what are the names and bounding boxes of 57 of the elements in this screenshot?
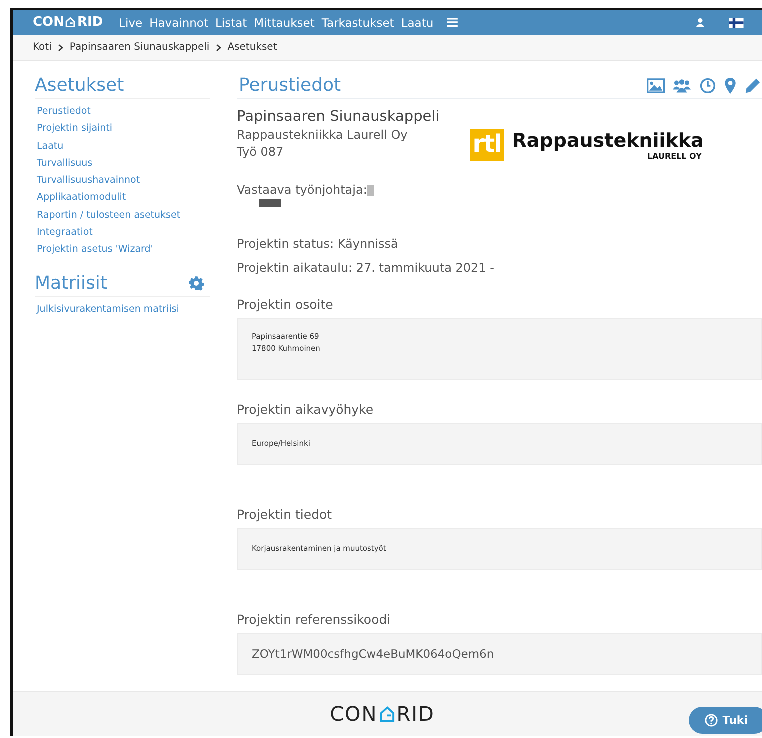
- sidebar-link[interactable]: Turvallisuushavainnot: [35, 172, 210, 190]
- house-icon: [378, 706, 396, 722]
- redaction-mark: [367, 184, 374, 196]
- project-name: Papinsaaren Siunauskappeli: [237, 109, 440, 125]
- redaction-mark: [259, 199, 281, 207]
- clock-icon[interactable]: [699, 78, 717, 94]
- page-heading: Perustiedot: [239, 75, 342, 96]
- breadcrumb-link[interactable]: Asetukset: [228, 42, 278, 53]
- sidebar-link[interactable]: Julkisivurakentamisen matriisi: [35, 300, 210, 318]
- nav-link[interactable]: Laatu: [401, 16, 434, 30]
- nav-link[interactable]: Listat: [215, 16, 248, 30]
- sidebar-link[interactable]: Raportin / tulosteen asetukset: [35, 206, 210, 224]
- field-label: Projektin referenssikoodi: [237, 612, 391, 627]
- logo-text: LAURELL OY: [647, 152, 702, 160]
- question-icon: [704, 714, 718, 727]
- supervisor-label: Vastaava työnjohtaja:: [237, 183, 368, 197]
- field-label: Projektin tiedot: [237, 507, 332, 522]
- logo-text: CON: [33, 15, 64, 30]
- group-icon[interactable]: [673, 78, 691, 94]
- house-icon: [65, 17, 76, 28]
- chevron-icon: [216, 44, 222, 52]
- sidebar-link[interactable]: Turvallisuus: [35, 154, 210, 172]
- nav-link[interactable]: Havainnot: [150, 16, 208, 30]
- sidebar-link[interactable]: Projektin sijainti: [35, 120, 210, 138]
- nav-link[interactable]: Tarkastukset: [322, 16, 394, 30]
- field-label: Projektin aikavyöhyke: [237, 402, 374, 417]
- field-label: Projektin osoite: [237, 297, 334, 312]
- section-heading: Matriisit: [35, 272, 108, 294]
- logo-mark: rtl: [470, 129, 504, 161]
- chevron-icon: [58, 44, 64, 52]
- breadcrumb-link[interactable]: Papinsaaren Siunauskappeli: [70, 42, 210, 53]
- sidebar-link[interactable]: Integraatiot: [35, 224, 210, 242]
- job-number: Työ 087: [237, 145, 285, 159]
- logo-text: CON: [330, 702, 378, 726]
- logo-text: RID: [77, 15, 104, 30]
- section-heading: Asetukset: [35, 75, 124, 96]
- settings-icon[interactable]: [189, 276, 204, 291]
- nav-link[interactable]: Live: [119, 16, 143, 30]
- logo-text: Rappaustekniikka: [512, 130, 704, 152]
- help-button[interactable]: Tuki: [688, 707, 762, 734]
- user-icon[interactable]: [696, 18, 705, 27]
- company-name: Rappaustekniikka Laurell Oy: [237, 128, 409, 142]
- sidebar-link[interactable]: Applikaatiomodulit: [35, 189, 210, 207]
- logo-text: RID: [396, 702, 435, 726]
- project-status: Projektin status: Käynnissä: [237, 237, 398, 251]
- field-value: ZOYt1rWM00csfhgCw4eBuMK064oQem6n: [252, 646, 496, 662]
- pencil-icon[interactable]: [744, 78, 762, 94]
- sidebar-link[interactable]: Projektin asetus 'Wizard': [35, 241, 210, 259]
- breadcrumb-link[interactable]: Koti: [33, 42, 52, 53]
- nav-link[interactable]: Mittaukset: [254, 16, 315, 30]
- map-pin-icon[interactable]: [725, 78, 736, 94]
- flag-icon[interactable]: [729, 18, 744, 28]
- project-schedule: Projektin aikataulu: 27. tammikuuta 2021 -: [237, 261, 494, 275]
- menu-icon[interactable]: [446, 18, 458, 27]
- sidebar-link[interactable]: Laatu: [35, 138, 210, 155]
- sidebar-link[interactable]: Perustiedot: [35, 103, 210, 120]
- image-icon[interactable]: [647, 78, 665, 94]
